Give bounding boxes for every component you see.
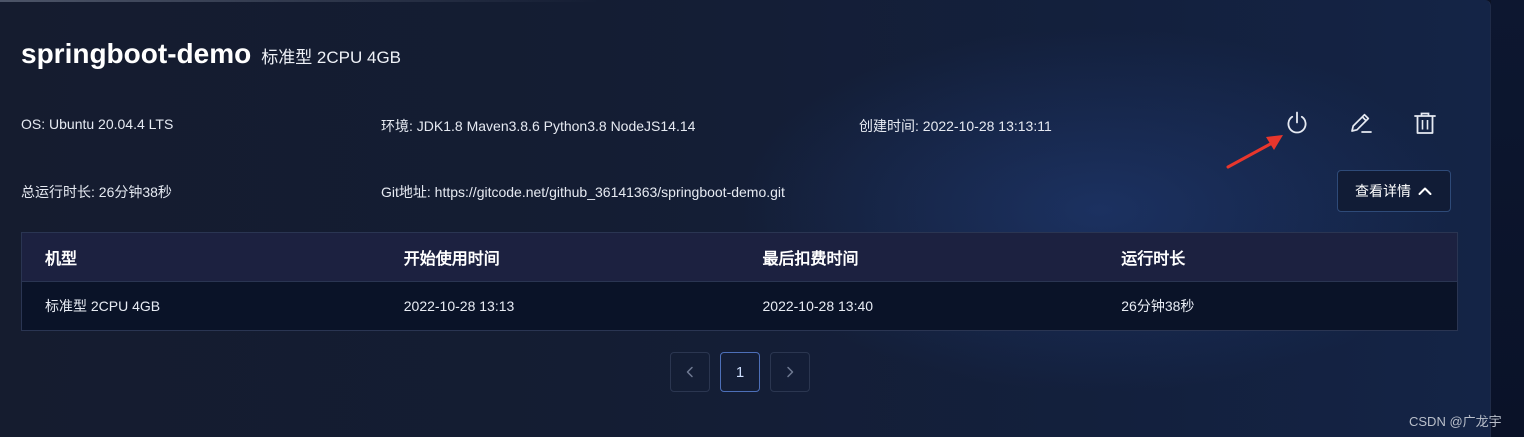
watermark: CSDN @广龙宇 — [1409, 414, 1502, 429]
cell-last-charge-time: 2022-10-28 13:40 — [762, 298, 874, 314]
project-card: springboot-demo 标准型 2CPU 4GB OS: Ubuntu … — [0, 0, 1491, 437]
card-top-highlight — [0, 0, 600, 2]
project-title: springboot-demo — [21, 38, 252, 69]
action-bar — [1284, 110, 1438, 136]
cell-runtime: 26分钟38秒 — [1121, 298, 1195, 314]
title-row: springboot-demo 标准型 2CPU 4GB — [21, 38, 401, 70]
edit-icon — [1351, 113, 1372, 133]
created-time: 创建时间: 2022-10-28 13:13:11 — [859, 118, 1052, 134]
pagination: 1 — [670, 352, 810, 392]
column-header-start-time: 开始使用时间 — [403, 251, 500, 268]
billing-table: 机型 开始使用时间 最后扣费时间 运行时长 标准型 2CPU 4GB 2022-… — [21, 232, 1458, 331]
os-info: OS: Ubuntu 20.04.4 LTS — [21, 116, 174, 132]
edit-button[interactable] — [1348, 110, 1374, 136]
chevron-up-icon — [1418, 187, 1432, 195]
trash-icon — [1414, 112, 1436, 134]
chevron-left-icon — [686, 366, 693, 378]
column-header-model: 机型 — [45, 251, 78, 268]
table-row: 标准型 2CPU 4GB 2022-10-28 13:13 2022-10-28… — [22, 281, 1457, 330]
annotation-arrow-icon — [1226, 135, 1283, 169]
project-spec: 标准型 2CPU 4GB — [261, 48, 402, 67]
delete-button[interactable] — [1412, 110, 1438, 136]
cell-start-time: 2022-10-28 13:13 — [403, 298, 515, 314]
background-strip — [1491, 0, 1524, 437]
prev-page-button[interactable] — [670, 352, 710, 392]
view-details-button[interactable]: 查看详情 — [1337, 170, 1451, 212]
column-header-runtime: 运行时长 — [1121, 251, 1186, 268]
next-page-button[interactable] — [770, 352, 810, 392]
screen: springboot-demo 标准型 2CPU 4GB OS: Ubuntu … — [0, 0, 1524, 437]
git-address: Git地址: https://gitcode.net/github_361413… — [381, 184, 785, 200]
env-info: 环境: JDK1.8 Maven3.8.6 Python3.8 NodeJS14… — [381, 118, 696, 134]
total-runtime: 总运行时长: 26分钟38秒 — [21, 184, 172, 200]
column-header-last-charge-time: 最后扣费时间 — [762, 251, 859, 268]
table-header: 机型 开始使用时间 最后扣费时间 运行时长 — [22, 233, 1457, 281]
table-body: 标准型 2CPU 4GB 2022-10-28 13:13 2022-10-28… — [22, 281, 1457, 330]
view-details-label: 查看详情 — [1355, 183, 1411, 199]
chevron-right-icon — [787, 366, 794, 378]
cell-model: 标准型 2CPU 4GB — [45, 298, 161, 314]
page-button-1[interactable]: 1 — [720, 352, 760, 392]
